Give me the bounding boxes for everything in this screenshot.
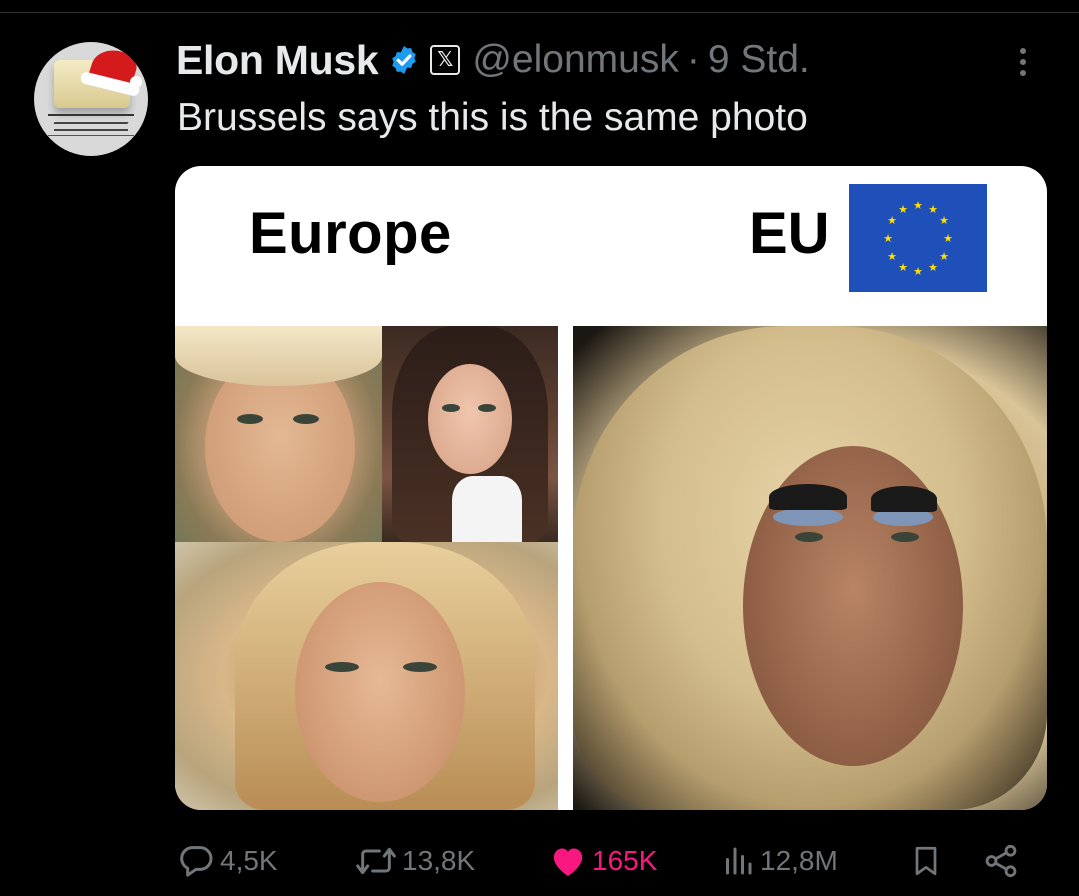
photo-eye	[795, 532, 823, 542]
views-chart-icon	[726, 847, 752, 875]
share-icon	[985, 844, 1017, 878]
svg-text:★: ★	[898, 261, 908, 274]
eu-flag-icon: ★ ★ ★ ★ ★ ★ ★ ★ ★ ★ ★ ★	[849, 184, 987, 292]
svg-text:★: ★	[883, 232, 893, 245]
svg-text:★: ★	[939, 214, 949, 227]
author-handle[interactable]: @elonmusk	[472, 38, 679, 82]
photo-eu	[573, 326, 1047, 810]
photo-shirt	[452, 476, 522, 542]
photo-eyebrow	[769, 484, 847, 510]
photo-eye	[237, 414, 263, 424]
repost-button[interactable]: 13,8K	[354, 838, 475, 884]
svg-text:★: ★	[898, 203, 908, 216]
photo-face	[295, 582, 465, 802]
like-count: 165K	[592, 845, 658, 876]
image-label-europe: Europe	[249, 201, 452, 266]
photo-eyeshadow	[773, 508, 843, 526]
photo-face	[428, 364, 512, 474]
photo-hair	[175, 326, 382, 386]
header-separator: ·	[686, 38, 700, 81]
photo-eye	[293, 414, 319, 424]
author-name[interactable]: Elon Musk	[176, 37, 379, 84]
post-actions-bar: 4,5K 13,8K 165K 12,8M	[0, 838, 1079, 884]
post-text: Brussels says this is the same photo	[177, 96, 808, 139]
like-button[interactable]: 165K	[548, 838, 657, 884]
post-header: Elon Musk 𝕏 @elonmusk · 9 Std.	[176, 37, 810, 84]
svg-text:★: ★	[943, 232, 953, 245]
author-avatar[interactable]	[34, 42, 148, 156]
heart-icon	[553, 848, 583, 876]
photo-europe-2	[382, 326, 558, 542]
photo-eye	[325, 662, 359, 672]
repost-count: 13,8K	[402, 845, 476, 876]
svg-text:★: ★	[928, 203, 938, 216]
repost-icon	[356, 847, 396, 875]
svg-text:★: ★	[913, 265, 923, 278]
avatar-graffiti	[48, 114, 134, 136]
photo-eye	[442, 404, 460, 412]
share-button[interactable]	[982, 838, 1020, 884]
santa-hat-pom	[130, 76, 142, 88]
photo-eye	[478, 404, 496, 412]
photo-divider	[558, 326, 573, 810]
svg-text:★: ★	[928, 261, 938, 274]
post-media-image[interactable]: Europe EU ★ ★ ★ ★ ★ ★ ★ ★ ★ ★ ★ ★	[175, 166, 1047, 810]
svg-text:★: ★	[887, 250, 897, 263]
more-options-icon[interactable]	[1014, 48, 1032, 82]
reply-icon	[180, 846, 213, 877]
reply-count: 4,5K	[220, 845, 278, 876]
svg-text:★: ★	[887, 214, 897, 227]
reply-button[interactable]: 4,5K	[176, 838, 278, 884]
photo-europe-1	[175, 326, 382, 542]
verified-badge-icon	[392, 46, 417, 74]
svg-text:★: ★	[939, 250, 949, 263]
photo-europe-3	[175, 542, 558, 810]
image-label-eu: EU	[749, 201, 830, 266]
photo-eyebrow	[871, 486, 937, 512]
photo-eye	[403, 662, 437, 672]
bookmark-icon	[915, 846, 937, 876]
views-button[interactable]: 12,8M	[720, 838, 838, 884]
svg-text:★: ★	[913, 199, 923, 212]
post-timestamp[interactable]: 9 Std.	[708, 38, 810, 82]
photo-eye	[891, 532, 919, 542]
x-logo-icon: 𝕏	[430, 45, 461, 75]
bookmark-button[interactable]	[908, 838, 944, 884]
top-divider	[0, 12, 1079, 13]
views-count: 12,8M	[760, 845, 838, 876]
